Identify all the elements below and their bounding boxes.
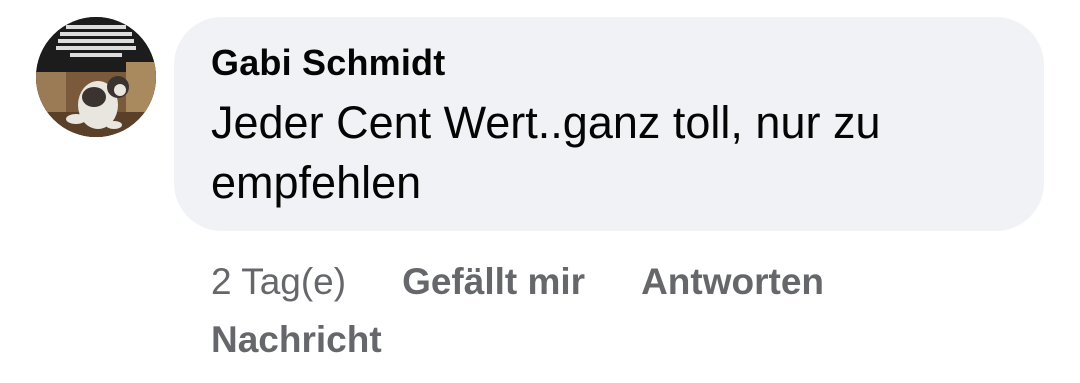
like-button[interactable]: Gefällt mir [402, 253, 585, 311]
reply-button[interactable]: Antworten [641, 253, 824, 311]
message-button[interactable]: Nachricht [211, 311, 382, 369]
comment-author[interactable]: Gabi Schmidt [211, 41, 1008, 85]
avatar[interactable] [36, 17, 156, 137]
comment-bubble: Gabi Schmidt Jeder Cent Wert..ganz toll,… [174, 17, 1044, 231]
comment-timestamp[interactable]: 2 Tag(e) [211, 253, 346, 311]
comment-text: Jeder Cent Wert..ganz toll, nur zu empfe… [211, 97, 881, 208]
comment-actions: 2 Tag(e) Gefällt mir Antworten Nachricht [211, 253, 971, 369]
avatar-image [36, 17, 156, 137]
